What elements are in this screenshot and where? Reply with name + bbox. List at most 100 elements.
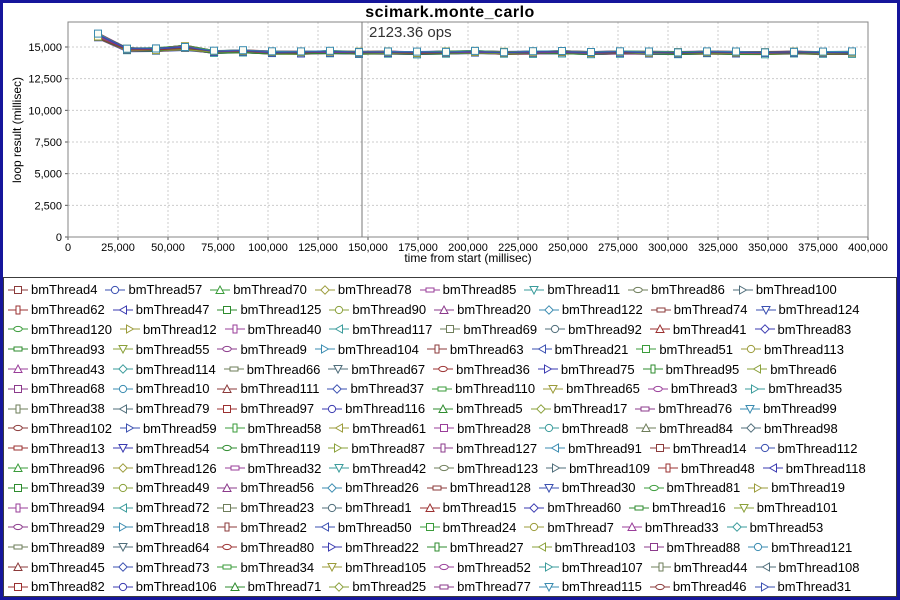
legend-marker-circle-icon [755, 442, 775, 454]
legend-marker-circle-icon [524, 521, 544, 533]
legend-item: bmThread43 [8, 359, 105, 379]
legend-item-label: bmThread120 [31, 322, 112, 337]
legend-item: bmThread91 [545, 438, 642, 458]
legend-item-label: bmThread29 [31, 520, 105, 535]
legend-marker-square-icon [440, 323, 460, 335]
legend-item-label: bmThread52 [457, 560, 531, 575]
legend-item: bmThread20 [434, 300, 531, 320]
legend-item-label: bmThread19 [771, 480, 845, 495]
legend-item-label: bmThread54 [136, 441, 210, 456]
chart-legend: bmThread4bmThread57bmThread70bmThread78b… [3, 277, 897, 597]
legend-item-label: bmThread11 [547, 282, 620, 297]
legend-item: bmThread51 [636, 339, 733, 359]
legend-item: bmThread65 [543, 379, 640, 399]
legend-marker-triangle-right-icon [538, 363, 558, 375]
legend-item: bmThread125 [217, 300, 321, 320]
legend-item: bmThread22 [322, 537, 419, 557]
legend-item-label: bmThread33 [645, 520, 719, 535]
legend-item: bmThread19 [748, 478, 845, 498]
legend-marker-rect-v-icon [658, 462, 678, 474]
legend-item: bmThread87 [328, 438, 425, 458]
legend-item-label: bmThread104 [338, 342, 419, 357]
legend-marker-square-icon [8, 383, 28, 395]
legend-item: bmThread55 [113, 339, 210, 359]
data-point-marker [124, 45, 131, 52]
legend-item: bmThread99 [740, 399, 837, 419]
legend-item-label: bmThread53 [750, 520, 824, 535]
legend-item-label: bmThread21 [555, 342, 629, 357]
legend-marker-square-icon [644, 541, 664, 553]
legend-item-label: bmThread110 [455, 381, 535, 396]
legend-item-label: bmThread98 [764, 421, 838, 436]
legend-marker-triangle-down-icon [328, 363, 348, 375]
legend-item: bmThread92 [545, 320, 642, 340]
legend-item: bmThread50 [315, 518, 412, 538]
legend-item-label: bmThread94 [31, 500, 105, 515]
legend-item: bmThread95 [643, 359, 740, 379]
legend-item: bmThread44 [651, 557, 748, 577]
legend-item-label: bmThread76 [658, 401, 732, 416]
legend-marker-rect-v-icon [217, 521, 237, 533]
legend-marker-triangle-right-icon [328, 442, 348, 454]
data-point-marker [95, 30, 102, 37]
legend-item-label: bmThread26 [345, 480, 419, 495]
legend-item-label: bmThread88 [667, 540, 741, 555]
data-point-marker [298, 48, 305, 55]
legend-marker-rect-h-icon [651, 304, 671, 316]
legend-item: bmThread45 [8, 557, 105, 577]
legend-marker-diamond-icon [524, 502, 544, 514]
legend-item: bmThread79 [113, 399, 210, 419]
legend-item-label: bmThread115 [562, 579, 642, 594]
legend-marker-circle-icon [329, 304, 349, 316]
legend-marker-ellipse-h-icon [650, 581, 670, 593]
y-tick-label: 2,500 [34, 200, 62, 212]
legend-item-label: bmThread41 [673, 322, 747, 337]
legend-marker-triangle-right-icon [322, 541, 342, 553]
legend-item-label: bmThread77 [457, 579, 531, 594]
legend-item-label: bmThread91 [568, 441, 642, 456]
chart-panel[interactable]: 025,00050,00075,000100,000125,000150,000… [3, 3, 897, 277]
legend-marker-triangle-up-icon [8, 363, 28, 375]
legend-marker-rect-v-icon [225, 323, 245, 335]
legend-marker-triangle-left-icon [763, 462, 783, 474]
data-point-marker [675, 49, 682, 56]
legend-item-label: bmThread124 [779, 302, 860, 317]
chart-title: scimark.monte_carlo [3, 4, 897, 22]
legend-item: bmThread10 [113, 379, 210, 399]
legend-item-label: bmThread72 [136, 500, 210, 515]
y-tick-label: 15,000 [28, 42, 62, 54]
legend-item: bmThread123 [434, 458, 538, 478]
legend-item-label: bmThread40 [248, 322, 322, 337]
legend-item: bmThread28 [434, 419, 531, 439]
legend-item-label: bmThread68 [31, 381, 105, 396]
legend-item-label: bmThread111 [240, 381, 319, 396]
data-point-marker [356, 49, 363, 56]
data-point-marker [588, 49, 595, 56]
legend-marker-square-icon [650, 442, 670, 454]
legend-item: bmThread6 [747, 359, 836, 379]
legend-item: bmThread59 [120, 419, 217, 439]
y-tick-label: 10,000 [28, 105, 62, 117]
legend-marker-triangle-up-icon [420, 502, 440, 514]
legend-marker-square-icon [217, 304, 237, 316]
legend-item-label: bmThread82 [31, 579, 105, 594]
legend-item-label: bmThread116 [345, 401, 425, 416]
legend-item: bmThread108 [756, 557, 860, 577]
legend-item-label: bmThread12 [143, 322, 217, 337]
legend-item-label: bmThread23 [240, 500, 314, 515]
legend-item-label: bmThread16 [652, 500, 726, 515]
legend-marker-triangle-left-icon [329, 323, 349, 335]
data-point-marker [646, 48, 653, 55]
legend-item: bmThread30 [539, 478, 636, 498]
legend-item-label: bmThread75 [561, 362, 635, 377]
legend-item: bmThread94 [8, 498, 105, 518]
legend-item-label: bmThread84 [659, 421, 733, 436]
legend-marker-circle-icon [322, 502, 342, 514]
legend-item: bmThread48 [658, 458, 755, 478]
legend-item: bmThread35 [745, 379, 842, 399]
legend-item: bmThread86 [628, 280, 725, 300]
plot-area[interactable]: 025,00050,00075,000100,000125,000150,000… [3, 3, 897, 277]
data-point-marker [240, 47, 247, 54]
legend-item-label: bmThread44 [674, 560, 748, 575]
legend-item-label: bmThread118 [786, 461, 866, 476]
